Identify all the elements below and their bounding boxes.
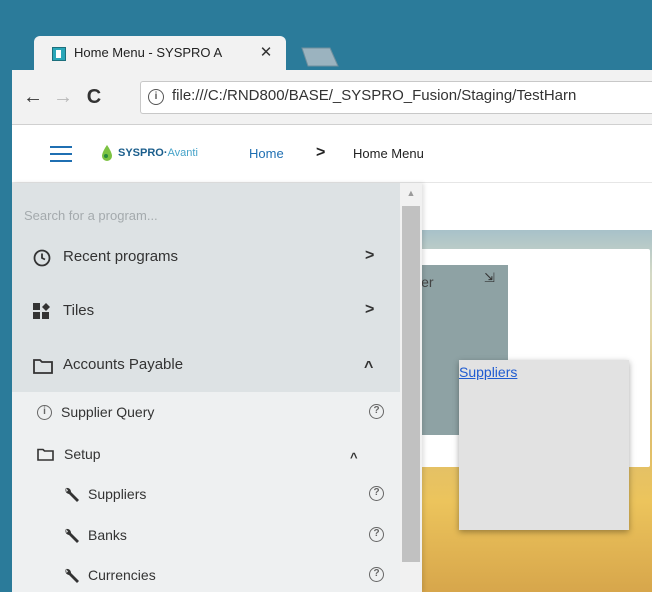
- sidebar-item-tiles[interactable]: Tiles >: [12, 292, 400, 330]
- window-frame-edge: [0, 0, 12, 592]
- sidebar-item-accounts-payable[interactable]: Accounts Payable ^: [12, 346, 400, 384]
- back-button[interactable]: ←: [22, 86, 44, 108]
- suppliers-popup: [459, 360, 629, 530]
- sidebar-subitem-suppliers[interactable]: Suppliers ?: [12, 480, 400, 510]
- breadcrumb-current: Home Menu: [353, 146, 424, 161]
- breadcrumb-home-link[interactable]: Home: [249, 146, 284, 164]
- wrench-icon: [65, 528, 79, 543]
- sidebar-subitem-supplier-query[interactable]: i Supplier Query ?: [12, 398, 400, 428]
- new-tab-button[interactable]: [300, 46, 340, 68]
- chevron-right-icon: >: [365, 301, 375, 318]
- clock-icon: [33, 249, 51, 267]
- scroll-up-arrow-icon[interactable]: ▲: [405, 187, 417, 199]
- scrollbar-thumb[interactable]: [402, 206, 420, 562]
- sidebar-item-label: Supplier Query: [61, 404, 155, 420]
- tab-title: Home Menu - SYSPRO A: [74, 45, 223, 60]
- tab-favicon-icon: [52, 47, 66, 61]
- folder-icon: [33, 359, 53, 374]
- suppliers-link[interactable]: Suppliers: [459, 364, 517, 380]
- sidebar-subitem-currencies[interactable]: Currencies ?: [12, 561, 400, 591]
- sidebar-item-label: Accounts Payable: [63, 356, 184, 373]
- chevron-up-icon: ^: [364, 359, 374, 376]
- breadcrumb-separator-icon: >: [316, 144, 326, 161]
- syspro-avanti-logo: SYSPRO·Avanti: [100, 140, 220, 166]
- url-text[interactable]: file:///C:/RND800/BASE/_SYSPRO_Fusion/St…: [172, 87, 652, 107]
- help-icon[interactable]: ?: [369, 486, 384, 501]
- sidebar-item-label: Suppliers: [88, 486, 147, 502]
- tab-close-icon[interactable]: ✕: [257, 44, 275, 62]
- reload-button[interactable]: C: [82, 85, 106, 109]
- program-search-input[interactable]: [22, 200, 386, 230]
- wrench-icon: [65, 568, 79, 583]
- chevron-right-icon: >: [365, 247, 375, 264]
- folder-icon: [37, 448, 54, 461]
- sidebar-item-label: Tiles: [63, 302, 95, 319]
- hamburger-menu-icon[interactable]: [50, 146, 72, 162]
- sidebar-item-label: Banks: [88, 527, 127, 543]
- sidebar-subitem-setup[interactable]: Setup ^: [12, 440, 400, 470]
- sidebar-subitem-banks[interactable]: Banks ?: [12, 521, 400, 551]
- sidebar-item-recent-programs[interactable]: Recent programs >: [12, 238, 400, 276]
- wrench-icon: [65, 487, 79, 502]
- help-icon[interactable]: ?: [369, 404, 384, 419]
- help-icon[interactable]: ?: [369, 567, 384, 582]
- sidebar-item-label: Recent programs: [63, 248, 179, 265]
- forward-button[interactable]: →: [52, 86, 74, 108]
- tile-action-icon[interactable]: ⇲: [484, 270, 500, 286]
- info-icon[interactable]: i: [148, 89, 164, 105]
- tiles-icon: [33, 303, 50, 319]
- logo-drop-icon: [102, 145, 112, 161]
- sidebar-item-label: Currencies: [88, 567, 156, 583]
- sidebar-item-label: Setup: [64, 446, 101, 462]
- help-icon[interactable]: ?: [369, 527, 384, 542]
- chevron-up-icon: ^: [350, 450, 358, 465]
- info-icon: i: [37, 405, 52, 420]
